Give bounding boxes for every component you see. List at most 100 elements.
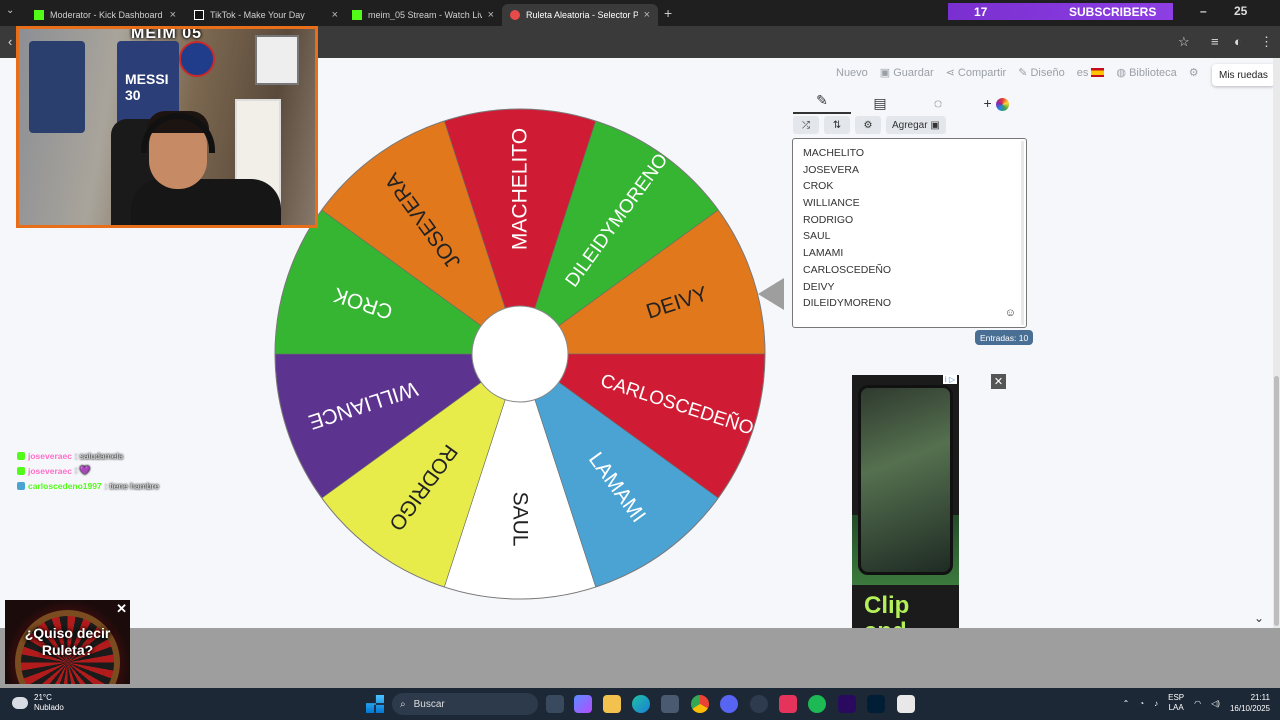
profile-avatar-icon[interactable]: ◐	[1234, 34, 1242, 49]
share-icon: ⋖	[945, 67, 958, 79]
entry-line: DILEIDYMORENO	[803, 297, 892, 310]
entry-line: LAMAMI	[803, 247, 844, 260]
jersey-text: MESSI 30	[125, 71, 169, 103]
copilot-icon[interactable]	[574, 695, 592, 713]
kick-icon	[352, 10, 362, 20]
chrome-icon[interactable]	[691, 695, 709, 713]
nuevo-link[interactable]: Nuevo	[836, 67, 868, 79]
add-image-button[interactable]: Agregar ▣	[886, 116, 946, 134]
entries-list: MACHELITO JOSEVERA CROK WILLIANCE RODRIGO SAU…	[803, 145, 1016, 312]
clock[interactable]: 21:11 16/10/2025	[1230, 692, 1270, 714]
wifi-icon[interactable]: ◠	[1194, 699, 1201, 708]
wheel-svg[interactable]: MACHELITO DILEIDYMORENODEIVYCARLOSCEDEÑOL…	[270, 104, 770, 604]
obs-icon[interactable]	[750, 695, 768, 713]
weather-widget[interactable]: 21°C Nublado	[12, 693, 64, 713]
media-control-icon[interactable]: ≡	[1211, 34, 1219, 49]
scrollbar-thumb[interactable]	[1274, 376, 1279, 626]
spotify-icon[interactable]	[808, 695, 826, 713]
tab-kick-dashboard[interactable]: Moderator - Kick Dashboard ×	[26, 4, 184, 26]
discord-icon[interactable]	[720, 695, 738, 713]
windows-taskbar: 21°C Nublado ⌕ Buscar ⌃ ◔ ♪ ESP LAA ◠ ◁) …	[0, 688, 1280, 720]
microphone-icon[interactable]: ♪	[1154, 699, 1158, 708]
emoji-icon[interactable]: ☺	[1005, 307, 1016, 319]
language-indicator[interactable]: ESP LAA	[1168, 693, 1184, 713]
edge-icon[interactable]	[632, 695, 650, 713]
file-explorer-icon[interactable]	[603, 695, 621, 713]
premiere-icon[interactable]	[838, 695, 856, 713]
chat-text: : 💜	[74, 465, 91, 475]
spain-flag-icon	[1091, 68, 1105, 78]
kick-badge-icon	[17, 451, 25, 460]
kick-badge-icon	[17, 481, 25, 490]
ad-info-icon[interactable]: i ▷	[942, 375, 957, 384]
mis-ruedas-button[interactable]: Mis ruedas	[1212, 64, 1275, 86]
entry-line: CARLOSCEDEÑO	[803, 263, 892, 276]
language-selector[interactable]: es	[1077, 67, 1105, 79]
entries-textarea[interactable]: MACHELITO JOSEVERA CROK WILLIANCE RODRIGO SAU…	[792, 138, 1027, 328]
new-tab-button[interactable]: +	[664, 5, 672, 21]
subscriber-count: 17	[974, 4, 988, 19]
edit-pencil-icon[interactable]: ✎	[793, 92, 851, 114]
temperature: 21°C	[34, 693, 52, 702]
network-icon[interactable]: ◔	[1139, 699, 1144, 708]
guardar-link[interactable]: ▣ Guardar	[880, 66, 934, 79]
wheel-pointer	[758, 278, 784, 310]
redbull-logo	[179, 41, 215, 77]
task-view-icon[interactable]	[546, 695, 564, 713]
entry-line: MACHELITO	[803, 147, 865, 159]
taskbar-search[interactable]: ⌕ Buscar	[392, 693, 538, 715]
store-icon[interactable]	[661, 695, 679, 713]
compartir-link[interactable]: ⋖ Compartir	[946, 66, 1007, 79]
tray-chevron-icon[interactable]: ⌃	[1123, 699, 1130, 708]
close-icon[interactable]: ×	[488, 9, 494, 21]
close-icon[interactable]: ×	[332, 9, 338, 21]
entry-line: WILLIANCE	[803, 197, 860, 210]
spin-wheel[interactable]: MACHELITO DILEIDYMORENO DEIVY CARLOSCEDEÑO L…	[270, 104, 770, 604]
entries-scrollbar[interactable]	[1021, 141, 1024, 325]
chat-username: joseveraec	[28, 465, 72, 476]
close-icon[interactable]: ×	[644, 9, 650, 21]
tab-search-icon[interactable]: ⌄	[6, 5, 14, 16]
minimize-icon[interactable]: –	[1200, 4, 1207, 18]
image-icon: ▣	[930, 119, 940, 131]
back-icon[interactable]: ‹	[8, 34, 12, 49]
close-icon[interactable]: ×	[170, 9, 176, 21]
diseno-link[interactable]: ✎ Diseño	[1018, 66, 1065, 79]
tab-title: TikTok - Make Your Day	[210, 10, 305, 20]
more-menu-icon[interactable]: ⋮	[1260, 34, 1273, 50]
chevron-down-icon[interactable]: ⌄	[1254, 611, 1264, 625]
wheel-center-hub[interactable]	[471, 305, 569, 403]
tab-meim-stream[interactable]: meim_05 Stream - Watch Live o ×	[344, 4, 502, 26]
biblioteca-link[interactable]: ◍ Biblioteca	[1116, 66, 1176, 79]
chat-message: carloscedeno1997 : tiene hambre	[17, 478, 159, 493]
chat-username: carloscedeno1997	[28, 480, 102, 491]
subscriber-label: SUBSCRIBERS	[1069, 4, 1157, 19]
windows-start-icon[interactable]	[366, 695, 384, 713]
settings-gear-icon[interactable]: ⚙	[1189, 66, 1199, 79]
kick-badge-icon	[17, 466, 25, 475]
volume-icon[interactable]: ◁)	[1211, 699, 1220, 708]
promo-line: ¿Quiso decir	[24, 625, 111, 641]
add-image-label: Agregar	[892, 119, 928, 131]
advanced-settings-icon[interactable]: ⚙	[855, 116, 881, 134]
search-icon: ⌕	[400, 698, 406, 710]
bookmark-star-icon[interactable]: ☆	[1178, 34, 1190, 50]
add-color-icon[interactable]: +	[967, 95, 1025, 111]
tiktok-icon	[194, 10, 204, 20]
sort-icon[interactable]: ⇅	[824, 116, 850, 134]
hidden-eye-icon[interactable]: ◌	[909, 95, 967, 111]
results-clipboard-icon[interactable]: ▤	[851, 95, 909, 112]
ad-close-icon[interactable]: ✕	[991, 374, 1006, 389]
promo-line: Ruleta?	[41, 642, 94, 658]
tab-tiktok[interactable]: TikTok - Make Your Day ×	[186, 4, 346, 26]
page-scrollbar[interactable]	[1273, 58, 1280, 628]
shuffle-icon[interactable]: ⤮	[793, 116, 819, 134]
tab-ruleta[interactable]: Ruleta Aleatoria - Selector Perso ×	[502, 4, 658, 26]
photoshop-icon[interactable]	[867, 695, 885, 713]
app-icon[interactable]	[897, 695, 915, 713]
tiktok-live-icon[interactable]	[779, 695, 797, 713]
top-nav: Nuevo ▣ Guardar ⋖ Compartir ✎ Diseño es …	[836, 66, 1199, 80]
close-icon[interactable]: ✕	[116, 601, 127, 617]
pencil-icon: ✎	[1018, 67, 1031, 79]
roulette-promo[interactable]: ¿Quiso decir Ruleta? ✕	[5, 600, 130, 684]
